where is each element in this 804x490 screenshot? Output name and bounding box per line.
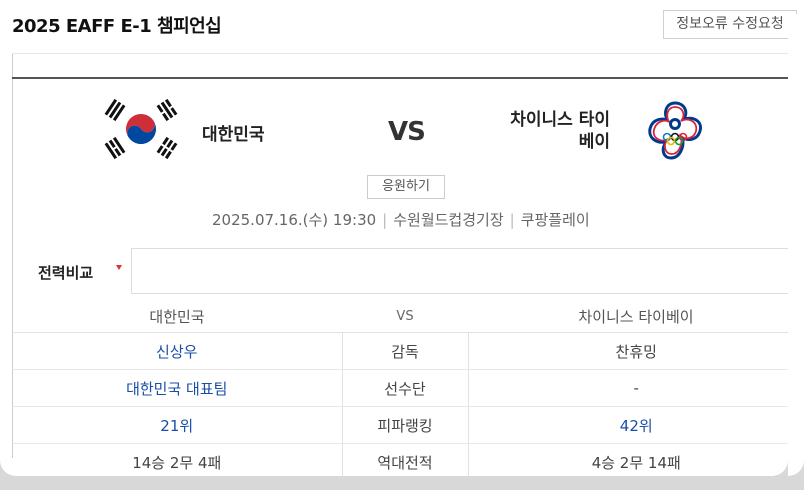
away-team-name[interactable]: 차이니스 타이 베이 — [470, 109, 610, 153]
south-korea-flag-icon — [104, 98, 178, 160]
divider: | — [382, 211, 388, 229]
row-label-coach: 감독 — [341, 332, 469, 370]
table-row: 대한민국 대표팀 선수단 - — [12, 369, 804, 407]
tab-power-comparison[interactable]: 전력비교 — [38, 262, 93, 283]
chinese-taipei-flag-icon — [648, 101, 702, 160]
row-label-squad: 선수단 — [341, 369, 469, 407]
match-card-panel: 2025 EAFF E-1 챔피언십 정보오류 수정요청 대한민국 VS 차이니… — [0, 0, 804, 490]
home-head-to-head: 14승 2무 4패 — [12, 443, 342, 481]
window-shadow-right — [788, 14, 804, 490]
match-info: 2025.07.16.(수) 19:30 | 수원월드컵경기장 | 쿠팡플레이 — [212, 209, 590, 230]
comparison-tab-bar: 전력비교 — [12, 248, 804, 294]
home-coach[interactable]: 신상우 — [12, 332, 342, 370]
comparison-table: 대한민국 VS 차이니스 타이베이 신상우 감독 찬휴밍 대한민국 대표팀 선수… — [12, 300, 804, 481]
table-row: 14승 2무 4패 역대전적 4승 2무 14패 — [12, 443, 804, 481]
caret-down-icon[interactable] — [116, 265, 122, 270]
page-title: 2025 EAFF E-1 챔피언십 — [12, 16, 222, 37]
home-squad[interactable]: 대한민국 대표팀 — [12, 369, 342, 407]
match-venue: 수원월드컵경기장 — [393, 211, 504, 229]
away-team-name-line2: 베이 — [578, 132, 610, 152]
cheer-button[interactable]: 응원하기 — [367, 175, 445, 199]
match-datetime: 2025.07.16.(수) 19:30 — [212, 211, 377, 229]
comparison-header-row: 대한민국 VS 차이니스 타이베이 — [12, 300, 804, 333]
row-label-head-to-head: 역대전적 — [341, 443, 469, 481]
header-home: 대한민국 — [12, 300, 342, 333]
away-coach: 찬휴밍 — [468, 332, 804, 370]
table-row: 신상우 감독 찬휴밍 — [12, 332, 804, 370]
row-label-fifa-ranking: 피파랭킹 — [341, 406, 469, 444]
header-away: 차이니스 타이베이 — [468, 300, 804, 333]
away-head-to-head: 4승 2무 14패 — [468, 443, 804, 481]
versus-label: VS — [388, 117, 426, 147]
match-broadcaster: 쿠팡플레이 — [520, 211, 590, 229]
header-divider — [12, 53, 804, 54]
window-corner — [770, 458, 788, 476]
table-row: 21위 피파랭킹 42위 — [12, 406, 804, 444]
window-corner — [0, 458, 18, 476]
away-fifa-ranking[interactable]: 42위 — [468, 406, 804, 444]
card-top-border — [12, 77, 804, 79]
report-error-button[interactable]: 정보오류 수정요청 — [663, 10, 797, 39]
divider: | — [509, 211, 515, 229]
header-vs: VS — [342, 300, 468, 333]
away-team-name-line1: 차이니스 타이 — [510, 110, 610, 130]
away-squad: - — [468, 369, 804, 407]
home-fifa-ranking[interactable]: 21위 — [12, 406, 342, 444]
home-team-name[interactable]: 대한민국 — [202, 120, 265, 145]
tab-content-area — [131, 248, 804, 294]
window-shadow-bottom — [0, 476, 804, 490]
